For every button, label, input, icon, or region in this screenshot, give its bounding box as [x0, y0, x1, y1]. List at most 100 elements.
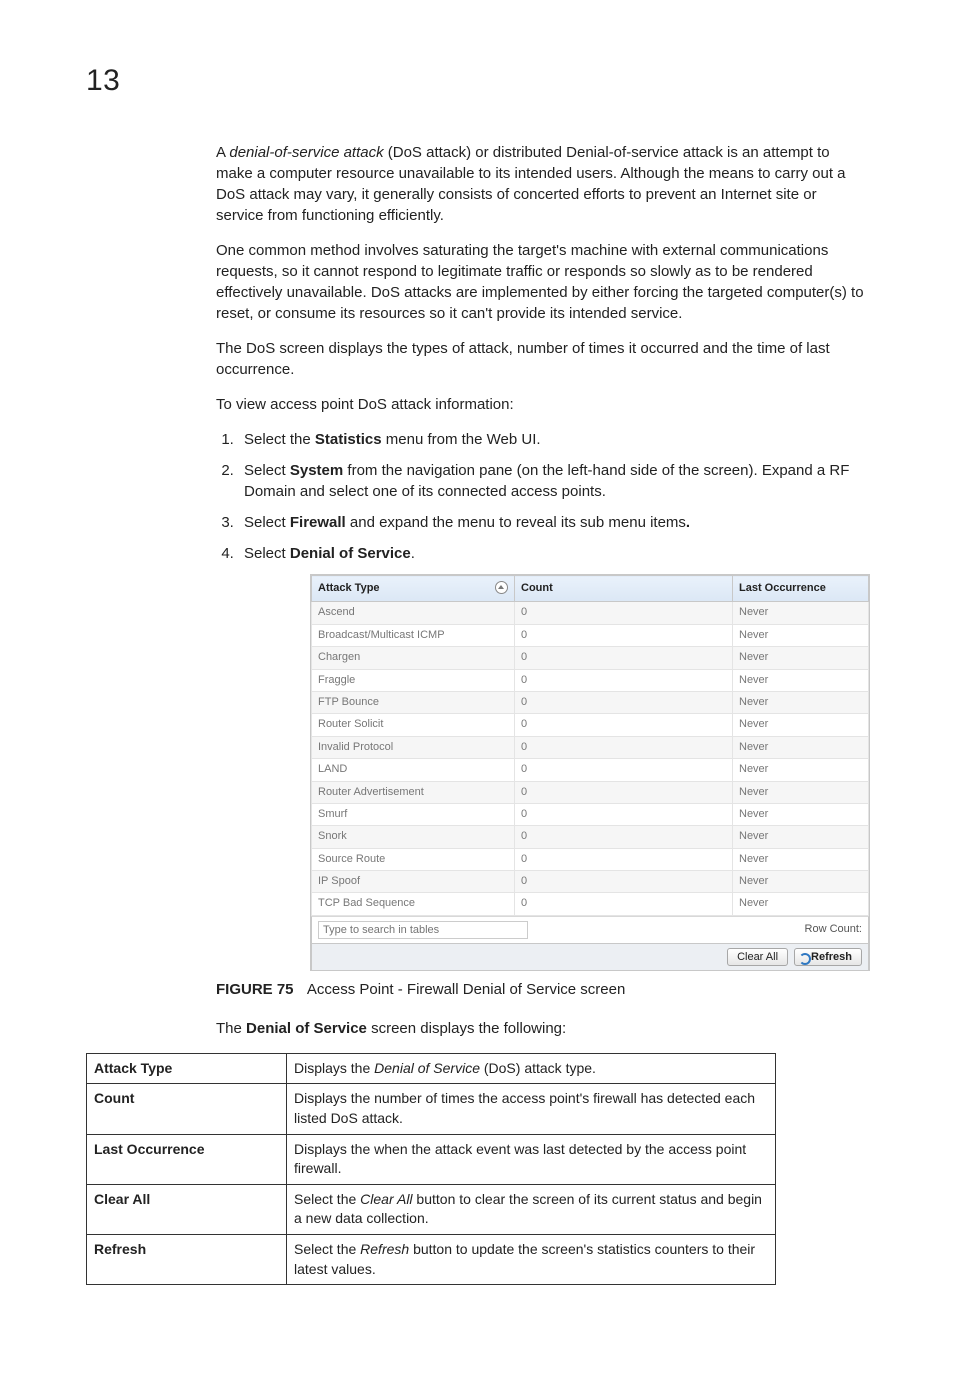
table-row[interactable]: Smurf0Never: [312, 803, 869, 825]
body-text: A denial-of-service attack (DoS attack) …: [216, 142, 868, 1039]
table-row[interactable]: Ascend0Never: [312, 602, 869, 624]
cell-last-occurrence: Never: [733, 826, 869, 848]
screenshot-container: Attack Type Count Last Occurrence Ascend…: [310, 574, 868, 971]
figure-caption: FIGURE 75 Access Point - Firewall Denial…: [216, 979, 868, 1000]
desc-definition: Select the Refresh button to update the …: [287, 1235, 776, 1285]
clear-all-button[interactable]: Clear All: [727, 948, 788, 966]
desc-definition: Select the Clear All button to clear the…: [287, 1184, 776, 1234]
cell-last-occurrence: Never: [733, 893, 869, 915]
table-row[interactable]: IP Spoof0Never: [312, 871, 869, 893]
cell-last-occurrence: Never: [733, 759, 869, 781]
desc-row: Last OccurrenceDisplays the when the att…: [87, 1134, 776, 1184]
punct: .: [686, 514, 690, 531]
table-row[interactable]: Router Advertisement0Never: [312, 781, 869, 803]
table-row[interactable]: Broadcast/Multicast ICMP0Never: [312, 624, 869, 646]
cell-last-occurrence: Never: [733, 691, 869, 713]
description-intro: The Denial of Service screen displays th…: [216, 1018, 868, 1039]
table-row[interactable]: LAND0Never: [312, 759, 869, 781]
col-count[interactable]: Count: [515, 576, 733, 602]
italic-term: Denial of Service: [374, 1060, 480, 1076]
desc-term: Clear All: [87, 1184, 287, 1234]
text: Select: [244, 462, 290, 479]
step-2: Select System from the navigation pane (…: [238, 460, 868, 502]
text: The: [216, 1020, 246, 1037]
paragraph-instructions-lead: To view access point DoS attack informat…: [216, 394, 868, 415]
desc-row: RefreshSelect the Refresh button to upda…: [87, 1235, 776, 1285]
cell-last-occurrence: Never: [733, 602, 869, 624]
cell-count: 0: [515, 736, 733, 758]
cell-last-occurrence: Never: [733, 736, 869, 758]
cell-attack-type: Source Route: [312, 848, 515, 870]
refresh-button[interactable]: Refresh: [794, 948, 862, 966]
cell-attack-type: Chargen: [312, 647, 515, 669]
text: screen displays the following:: [367, 1020, 566, 1037]
cell-last-occurrence: Never: [733, 647, 869, 669]
cell-last-occurrence: Never: [733, 624, 869, 646]
menu-name: Firewall: [290, 514, 346, 531]
instruction-list: Select the Statistics menu from the Web …: [216, 429, 868, 564]
cell-attack-type: FTP Bounce: [312, 691, 515, 713]
sort-ascending-icon[interactable]: [495, 581, 508, 594]
menu-name: Denial of Service: [290, 545, 411, 562]
table-row[interactable]: TCP Bad Sequence0Never: [312, 893, 869, 915]
action-bar: Clear All Refresh: [311, 944, 869, 971]
text: Select: [244, 545, 290, 562]
table-row[interactable]: Invalid Protocol0Never: [312, 736, 869, 758]
table-row[interactable]: Router Solicit0Never: [312, 714, 869, 736]
cell-last-occurrence: Never: [733, 803, 869, 825]
desc-term: Count: [87, 1084, 287, 1134]
table-row[interactable]: Chargen0Never: [312, 647, 869, 669]
text: and expand the menu to reveal its sub me…: [346, 514, 686, 531]
cell-count: 0: [515, 826, 733, 848]
cell-count: 0: [515, 669, 733, 691]
table-body: Ascend0NeverBroadcast/Multicast ICMP0Nev…: [312, 602, 869, 915]
page: 13 A denial-of-service attack (DoS attac…: [0, 0, 954, 1375]
figure-title: Access Point - Firewall Denial of Servic…: [307, 981, 625, 998]
paragraph-dos-screen: The DoS screen displays the types of att…: [216, 338, 868, 380]
menu-name: Statistics: [315, 431, 382, 448]
cell-last-occurrence: Never: [733, 714, 869, 736]
cell-last-occurrence: Never: [733, 781, 869, 803]
desc-term: Attack Type: [87, 1053, 287, 1084]
text: Select: [244, 514, 290, 531]
col-attack-type[interactable]: Attack Type: [312, 576, 515, 602]
text: menu from the Web UI.: [382, 431, 541, 448]
cell-attack-type: Snork: [312, 826, 515, 848]
step-1: Select the Statistics menu from the Web …: [238, 429, 868, 450]
cell-count: 0: [515, 848, 733, 870]
desc-term: Last Occurrence: [87, 1134, 287, 1184]
screen-name: Denial of Service: [246, 1020, 367, 1037]
table-head: Attack Type Count Last Occurrence: [312, 576, 869, 602]
dos-screenshot: Attack Type Count Last Occurrence Ascend…: [310, 574, 870, 971]
cell-attack-type: Ascend: [312, 602, 515, 624]
cell-last-occurrence: Never: [733, 848, 869, 870]
description-table: Attack TypeDisplays the Denial of Servic…: [86, 1053, 776, 1285]
table-row[interactable]: Fraggle0Never: [312, 669, 869, 691]
paragraph-intro: A denial-of-service attack (DoS attack) …: [216, 142, 868, 226]
table-row[interactable]: Source Route0Never: [312, 848, 869, 870]
menu-name: System: [290, 462, 343, 479]
table-row[interactable]: Snork0Never: [312, 826, 869, 848]
cell-last-occurrence: Never: [733, 669, 869, 691]
cell-attack-type: IP Spoof: [312, 871, 515, 893]
table-row[interactable]: FTP Bounce0Never: [312, 691, 869, 713]
cell-attack-type: Fraggle: [312, 669, 515, 691]
header-row: Attack Type Count Last Occurrence: [312, 576, 869, 602]
cell-attack-type: TCP Bad Sequence: [312, 893, 515, 915]
search-input[interactable]: [318, 921, 528, 939]
cell-count: 0: [515, 647, 733, 669]
cell-count: 0: [515, 893, 733, 915]
col-last-occurrence[interactable]: Last Occurrence: [733, 576, 869, 602]
cell-count: 0: [515, 781, 733, 803]
cell-attack-type: Smurf: [312, 803, 515, 825]
italic-term: denial-of-service attack: [229, 144, 383, 161]
text: (DoS) attack type.: [480, 1060, 596, 1076]
cell-count: 0: [515, 714, 733, 736]
desc-row: CountDisplays the number of times the ac…: [87, 1084, 776, 1134]
cell-attack-type: Invalid Protocol: [312, 736, 515, 758]
text: .: [411, 545, 415, 562]
text: Select the: [294, 1241, 360, 1257]
step-4: Select Denial of Service.: [238, 543, 868, 564]
cell-attack-type: Router Advertisement: [312, 781, 515, 803]
cell-count: 0: [515, 624, 733, 646]
